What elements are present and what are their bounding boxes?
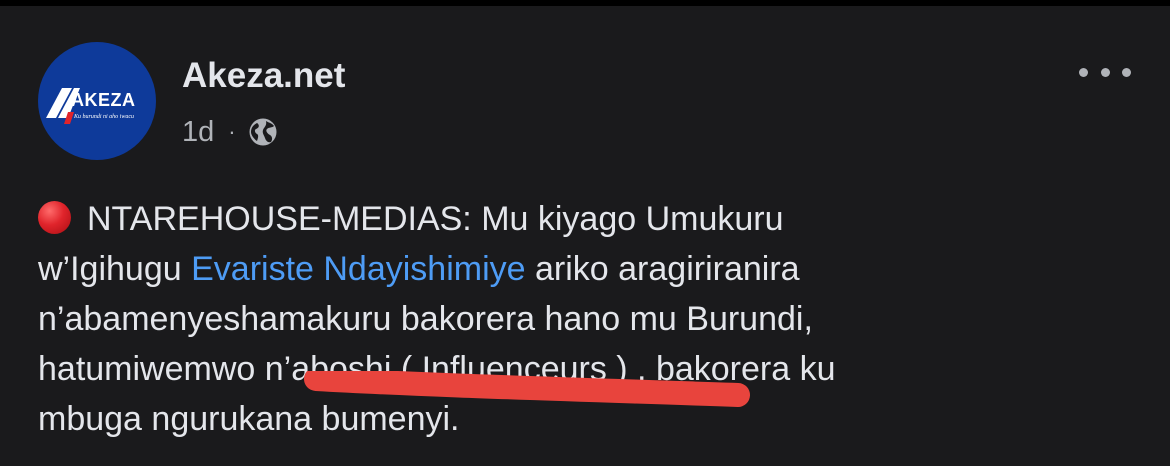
red-underline-annotation [304,371,750,407]
meta-separator: · [228,119,236,144]
more-dot-icon [1079,67,1088,77]
logo-tagline: Ku burundi ni aho iwacu [74,114,135,120]
post-card: AKEZA Ku burundi ni aho iwacu Akeza.net … [0,6,1170,466]
page-name-link[interactable]: Akeza.net [182,56,345,96]
post-line-2: w’Igihugu Evariste Ndayishimiye ariko ar… [38,250,800,288]
post-line-1: NTAREHOUSE-MEDIAS: Mu kiyago Umukuru [38,194,1148,244]
more-dot-icon [1122,67,1131,77]
globe-icon[interactable] [248,117,278,147]
post-timestamp[interactable]: 1d [182,116,214,149]
page-avatar[interactable]: AKEZA Ku burundi ni aho iwacu [38,42,156,160]
more-options-button[interactable] [1079,60,1131,84]
mention-link[interactable]: Evariste Ndayishimiye [191,250,525,288]
post-line-3: n’abamenyeshamakuru bakorera hano mu Bur… [38,300,813,338]
post-meta: 1d · [182,114,278,150]
more-dot-icon [1100,67,1110,77]
red-circle-emoji [38,201,71,234]
logo-wordmark: AKEZA [71,90,136,110]
